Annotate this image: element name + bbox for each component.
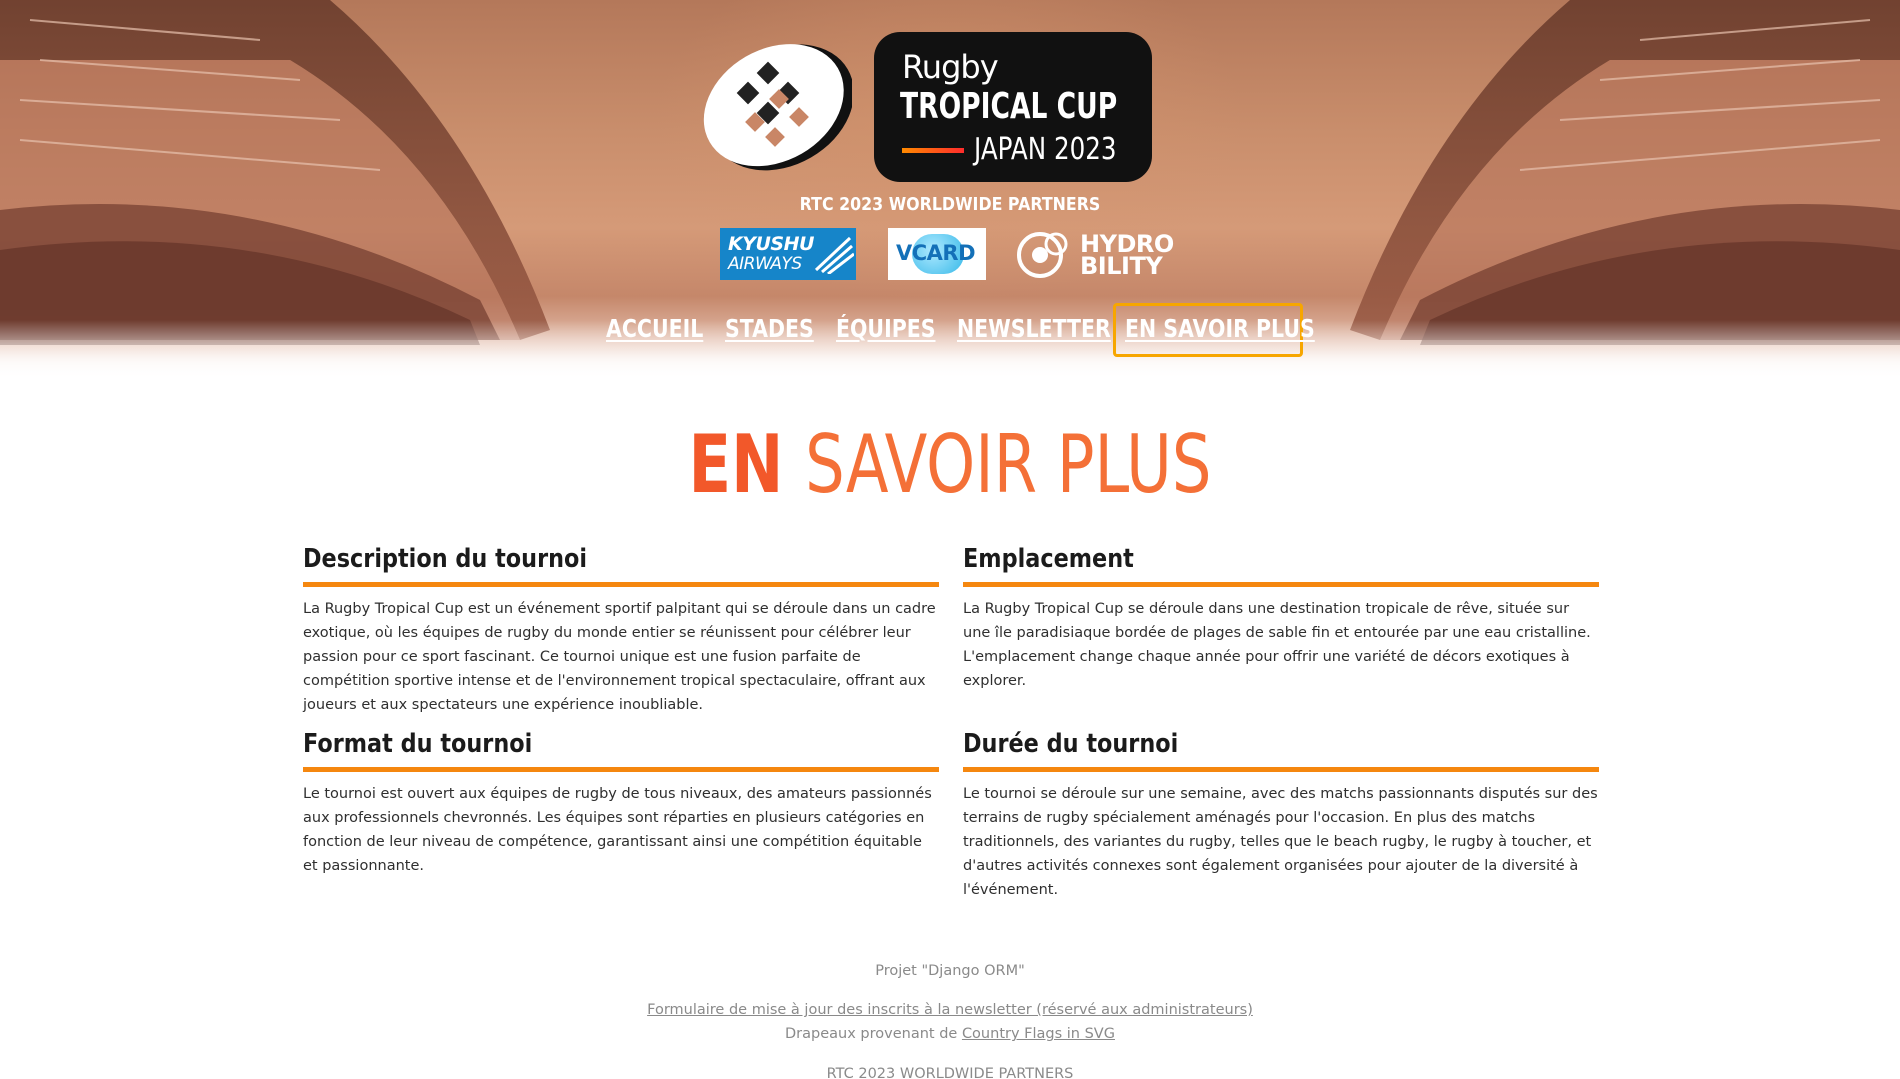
section-heading: Emplacement <box>963 544 1134 574</box>
partner-hydrobility[interactable]: HYDRO BILITY <box>1016 228 1182 280</box>
nav-accueil[interactable]: ACCUEIL <box>606 314 703 343</box>
main-nav: ACCUEIL STADES ÉQUIPES NEWSLETTER EN SAV… <box>0 300 1900 360</box>
hydro-circle-icon <box>1017 232 1068 278</box>
newsletter-admin-link[interactable]: Formulaire de mise à jour des inscrits à… <box>647 1002 1253 1018</box>
section-emplacement: Emplacement La Rugby Tropical Cup se dér… <box>963 544 1599 693</box>
kyushu-line2: AIRWAYS <box>728 254 802 274</box>
flags-prefix: Drapeaux provenant de <box>785 1026 962 1042</box>
section-rule <box>303 582 939 587</box>
nav-en-savoir-plus[interactable]: EN SAVOIR PLUS <box>1125 314 1315 343</box>
nav-newsletter[interactable]: NEWSLETTER <box>957 314 1111 343</box>
logo-line-rugby: Rugby <box>902 48 999 86</box>
nav-equipes[interactable]: ÉQUIPES <box>836 314 936 343</box>
wing-icon <box>814 236 854 274</box>
kyushu-line1: KYUSHU <box>728 233 814 255</box>
section-heading: Durée du tournoi <box>963 729 1179 759</box>
section-description: Description du tournoi La Rugby Tropical… <box>303 544 939 717</box>
logo-stripe <box>902 148 964 153</box>
page-title: EN SAVOIR PLUS <box>209 420 1691 510</box>
logo-line-tropical-cup: TROPICAL CUP <box>900 86 1118 127</box>
logo-line-japan-2023: JAPAN 2023 <box>974 132 1117 167</box>
page-title-rest: SAVOIR PLUS <box>805 418 1212 511</box>
section-rule <box>303 767 939 772</box>
section-format: Format du tournoi Le tournoi est ouvert … <box>303 729 939 878</box>
section-heading: Format du tournoi <box>303 729 533 759</box>
partners-title: RTC 2023 WORLDWIDE PARTNERS <box>799 194 1101 215</box>
partner-vcard[interactable]: VCARD <box>888 228 986 280</box>
rugby-ball-logo-icon[interactable] <box>700 30 852 180</box>
partner-kyushu-airways[interactable]: KYUSHU AIRWAYS <box>720 228 856 280</box>
section-body: La Rugby Tropical Cup se déroule dans un… <box>963 601 1591 689</box>
tournament-logo[interactable]: Rugby TROPICAL CUP JAPAN 2023 <box>874 32 1152 182</box>
section-heading: Description du tournoi <box>303 544 588 574</box>
section-body: Le tournoi est ouvert aux équipes de rug… <box>303 786 932 874</box>
section-duree: Durée du tournoi Le tournoi se déroule s… <box>963 729 1599 902</box>
footer-project: Projet "Django ORM" <box>875 963 1025 979</box>
section-rule <box>963 767 1599 772</box>
country-flags-link[interactable]: Country Flags in SVG <box>962 1026 1115 1042</box>
nav-stades[interactable]: STADES <box>725 314 814 343</box>
vcard-text: VCARD <box>896 241 976 265</box>
hero-banner: Rugby TROPICAL CUP JAPAN 2023 RTC 2023 W… <box>0 0 1900 380</box>
footer-admin-row: Formulaire de mise à jour des inscrits à… <box>0 1002 1900 1018</box>
section-body: La Rugby Tropical Cup est un événement s… <box>303 601 936 713</box>
footer-flags-row: Drapeaux provenant de Country Flags in S… <box>0 1026 1900 1042</box>
footer-partners-title: RTC 2023 WORLDWIDE PARTNERS <box>826 1066 1074 1079</box>
page-title-bold: EN <box>688 418 784 511</box>
section-body: Le tournoi se déroule sur une semaine, a… <box>963 786 1598 898</box>
hydro-line2: BILITY <box>1080 252 1163 280</box>
section-rule <box>963 582 1599 587</box>
